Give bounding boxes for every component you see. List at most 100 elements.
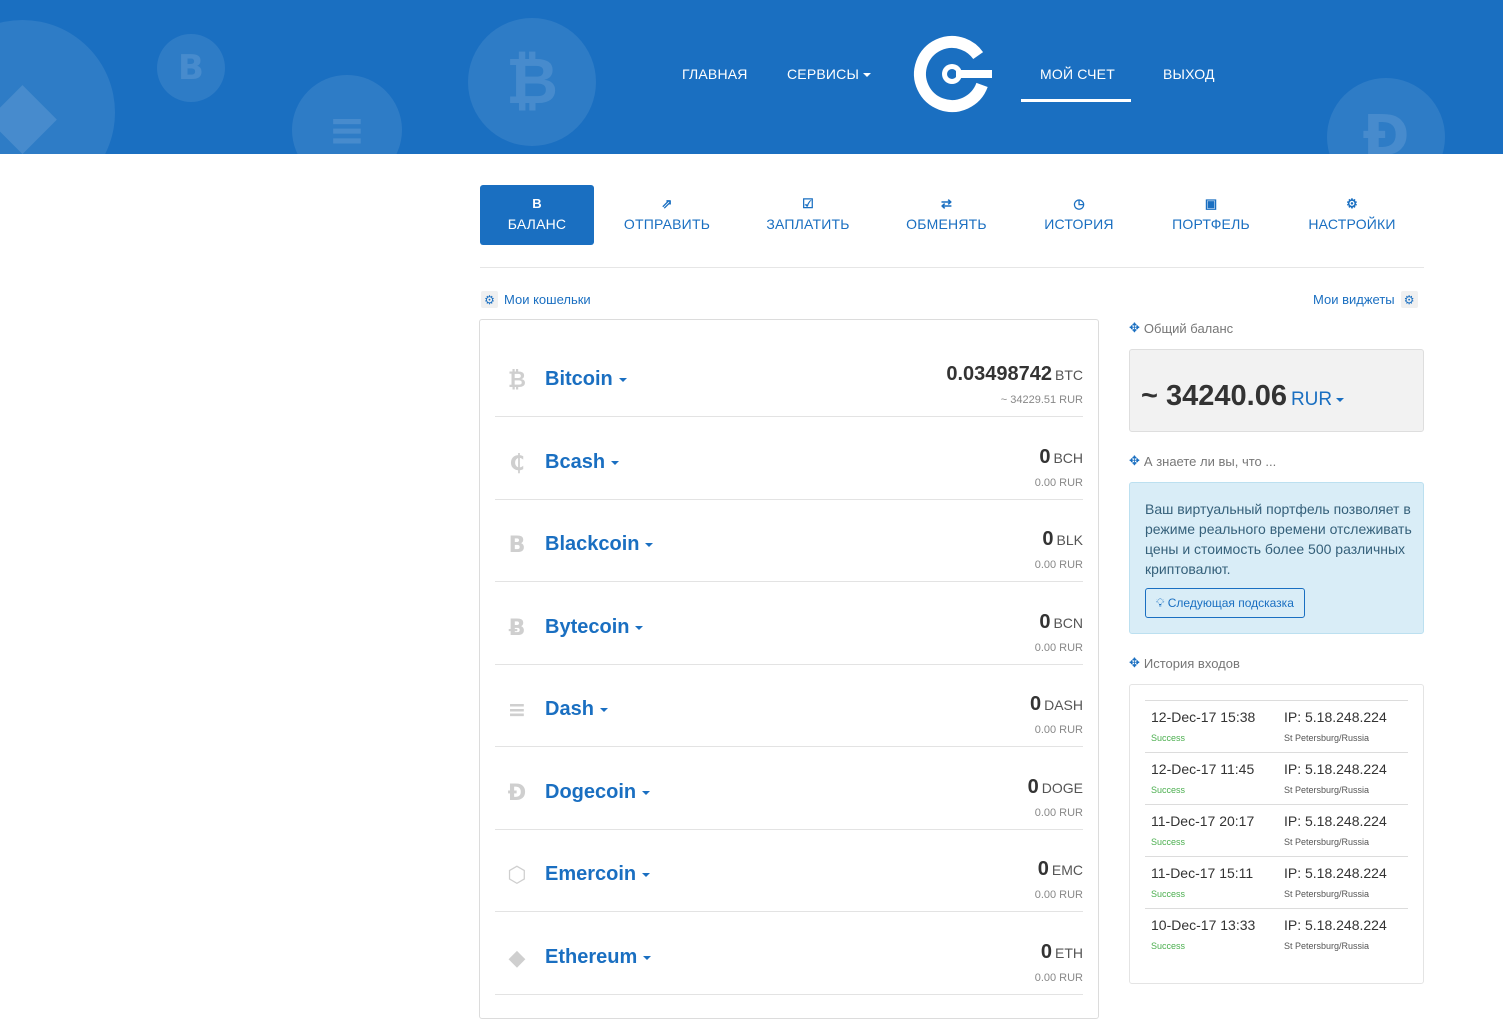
tab-send[interactable]: ⇗ ОТПРАВИТЬ [612, 185, 722, 245]
wallet-name-dropdown[interactable]: Bytecoin [545, 616, 644, 639]
login-status: Success [1151, 837, 1186, 847]
caret-down-icon [635, 625, 644, 630]
login-history-row: 12-Dec-17 15:38 IP: 5.18.248.224 Success… [1145, 700, 1408, 752]
wallet-amount-value: 0 [1037, 858, 1049, 880]
login-history-label: История входов [1143, 656, 1240, 671]
wallet-name: Bytecoin [545, 616, 630, 638]
login-date: 11-Dec-17 20:17 [1151, 813, 1255, 829]
lightbulb-icon: 💡︎ [1156, 596, 1165, 610]
wallet-amount: 0 BCH [1039, 446, 1083, 469]
wallet-amount: 0 ETH [1041, 941, 1083, 964]
account-tabs: B БАЛАНС ⇗ ОТПРАВИТЬ ☑ ЗАПЛАТИТЬ ⇄ ОБМЕН… [480, 185, 1424, 245]
tip-widget-header[interactable]: ✥ А знаете ли вы, что ... [1129, 454, 1276, 469]
move-icon[interactable]: ✥ [1129, 454, 1140, 469]
move-icon[interactable]: ✥ [1129, 656, 1140, 671]
wallet-row-dogecoin: Đ Dogecoin 0 DOGE 0.00 RUR [495, 748, 1083, 830]
caret-down-icon [642, 872, 651, 877]
dash-icon: ≡ [507, 698, 527, 723]
bg-dash-coin-icon: ≡ [292, 75, 402, 154]
login-ip: IP: 5.18.248.224 [1284, 709, 1387, 725]
site-logo[interactable] [910, 32, 994, 116]
total-balance: ~ 34240.06 RUR [1141, 380, 1345, 413]
caret-down-icon [618, 377, 627, 382]
wallet-name-dropdown[interactable]: Blackcoin [545, 533, 654, 556]
wallet-name: Dogecoin [545, 781, 637, 803]
tab-portfolio[interactable]: ▣ ПОРТФЕЛЬ [1160, 185, 1262, 245]
wallet-rur-value: 0.00 RUR [1034, 559, 1083, 571]
wallet-amount: 0 DOGE [1028, 776, 1083, 799]
login-ip: IP: 5.18.248.224 [1284, 917, 1387, 933]
tab-history[interactable]: ◷ ИСТОРИЯ [1033, 185, 1125, 245]
my-wallets-label: Мои кошельки [504, 292, 591, 307]
wallet-name-dropdown[interactable]: Emercoin [545, 863, 651, 886]
wallet-row-emercoin: ⬡ Emercoin 0 EMC 0.00 RUR [495, 830, 1083, 912]
my-widgets-link[interactable]: Мои виджеты ⚙ [1313, 291, 1418, 308]
tab-label: ИСТОРИЯ [1044, 216, 1114, 232]
login-location: St Petersburg/Russia [1284, 889, 1370, 899]
login-status: Success [1151, 941, 1186, 951]
wallet-name-dropdown[interactable]: Ethereum [545, 946, 652, 969]
tab-label: ОТПРАВИТЬ [623, 216, 711, 232]
ethereum-icon: ◆ [508, 946, 526, 971]
wallet-symbol: DASH [1044, 697, 1083, 713]
bg-blackcoin-coin-icon: B [157, 34, 225, 102]
dogecoin-icon: Đ [507, 781, 527, 806]
total-balance-label: Общий баланс [1143, 321, 1234, 336]
tip-text: Ваш виртуальный портфель позволяет в реж… [1145, 501, 1412, 577]
login-history-widget-header[interactable]: ✥ История входов [1129, 656, 1240, 671]
login-location: St Petersburg/Russia [1284, 941, 1370, 951]
briefcase-icon: ▣ [1204, 196, 1218, 211]
wallet-name-dropdown[interactable]: Bitcoin [545, 368, 627, 391]
wallet-symbol: DOGE [1041, 780, 1083, 796]
tab-label: ОБМЕНЯТЬ [906, 216, 987, 232]
tab-exchange[interactable]: ⇄ ОБМЕНЯТЬ [893, 185, 1000, 245]
bg-ethereum-coin-icon: ◆ [0, 20, 115, 154]
login-status: Success [1151, 785, 1186, 795]
send-icon: ⇗ [661, 196, 673, 211]
caret-down-icon [642, 790, 651, 795]
gear-icon: ⚙ [1400, 291, 1418, 308]
tab-label: БАЛАНС [507, 216, 567, 232]
bitcoin-icon: ₿ [508, 368, 526, 393]
move-icon[interactable]: ✥ [1129, 321, 1140, 336]
wallet-amount-value: 0 [1040, 941, 1052, 963]
wallet-name-dropdown[interactable]: Bcash [545, 451, 620, 474]
wallet-amount-value: 0 [1039, 611, 1051, 633]
wallet-name: Emercoin [545, 863, 637, 885]
login-history-row: 11-Dec-17 15:11 IP: 5.18.248.224 Success… [1145, 856, 1408, 908]
site-header: ◆ B ≡ ₿ Đ ГЛАВНАЯ СЕРВИСЫ МОЙ СЧЕТ ВЫХОД [0, 0, 1503, 154]
blackcoin-icon: B [508, 533, 526, 558]
wallet-row-bytecoin: Ƀ Bytecoin 0 BCN 0.00 RUR [495, 583, 1083, 665]
wallets-panel: ₿ Bitcoin 0.03498742 BTC ~ 34229.51 RUR ₵… [479, 319, 1099, 1019]
caret-down-icon [863, 73, 872, 78]
nav-services-label: СЕРВИСЫ [787, 66, 860, 82]
wallet-symbol: BLK [1056, 532, 1083, 548]
my-wallets-link[interactable]: ⚙ Мои кошельки [481, 291, 591, 308]
total-balance-widget-header[interactable]: ✥ Общий баланс [1129, 321, 1233, 336]
nav-services[interactable]: СЕРВИСЫ [787, 66, 872, 82]
tip-box: Ваш виртуальный портфель позволяет в реж… [1129, 482, 1424, 634]
currency-dropdown[interactable]: RUR [1291, 389, 1345, 410]
wallet-name-dropdown[interactable]: Dogecoin [545, 781, 651, 804]
tab-pay[interactable]: ☑ ЗАПЛАТИТЬ [755, 185, 861, 245]
nav-my-account[interactable]: МОЙ СЧЕТ [1040, 66, 1115, 82]
caret-down-icon [645, 542, 654, 547]
bg-dogecoin-coin-icon: Đ [1327, 78, 1445, 154]
wallet-name: Bitcoin [545, 368, 613, 390]
wallet-amount-value: 0 [1027, 776, 1039, 798]
login-history-row: 11-Dec-17 20:17 IP: 5.18.248.224 Success… [1145, 804, 1408, 856]
wallet-rur-value: 0.00 RUR [1034, 972, 1083, 984]
login-history-box: 12-Dec-17 15:38 IP: 5.18.248.224 Success… [1129, 684, 1424, 984]
wallet-amount: 0 DASH [1030, 693, 1083, 716]
next-tip-button[interactable]: 💡︎ Следующая подсказка [1145, 588, 1305, 618]
tab-balance[interactable]: B БАЛАНС [480, 185, 594, 245]
nav-logout[interactable]: ВЫХОД [1163, 66, 1215, 82]
bg-bitcoin-coin-icon: ₿ [468, 18, 596, 146]
total-balance-value: ~ 34240.06 [1141, 380, 1287, 412]
wallet-name-dropdown[interactable]: Dash [545, 698, 608, 721]
tab-settings[interactable]: ⚙ НАСТРОЙКИ [1297, 185, 1407, 245]
caret-down-icon [1336, 397, 1345, 402]
login-date: 12-Dec-17 15:38 [1151, 709, 1256, 725]
caret-down-icon [599, 707, 608, 712]
nav-home[interactable]: ГЛАВНАЯ [682, 66, 748, 82]
